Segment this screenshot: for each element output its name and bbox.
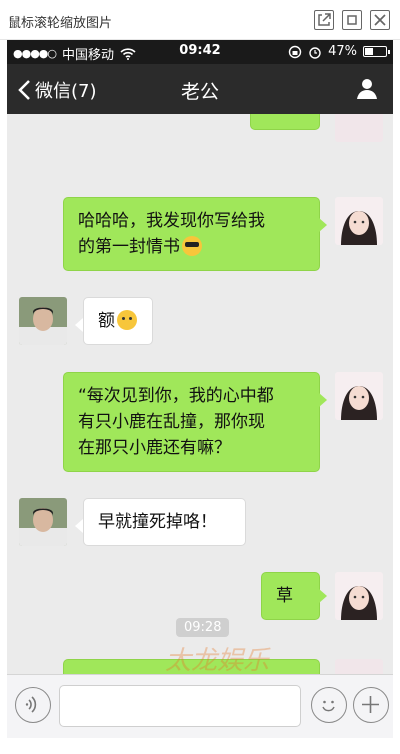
message-text: 在那只小鹿还有嘛？	[78, 438, 231, 458]
avatar-contact[interactable]	[19, 297, 67, 345]
input-bar	[7, 674, 393, 738]
timestamp-pill: 09:28	[176, 618, 230, 637]
avatar-self[interactable]	[335, 114, 383, 142]
message-text: 哈哈哈，我发现你写给我	[78, 211, 265, 231]
message-text: 额	[98, 311, 115, 331]
more-button[interactable]	[353, 687, 389, 723]
phone-screen: ●●●●○ 中国移动 09:42 47% 微信(7) 老公 哈哈哈，我发现你写给…	[7, 40, 393, 738]
fit-window-icon[interactable]	[342, 10, 362, 30]
cool-face-icon	[182, 236, 202, 256]
emoji-button[interactable]	[311, 687, 347, 723]
thinking-face-icon	[117, 310, 137, 330]
message-text: “每次见到你，我的心中都	[78, 386, 274, 406]
image-viewer-bar: 鼠标滚轮缩放图片	[0, 0, 400, 40]
plus-icon	[362, 696, 379, 713]
message-bubble[interactable]: 额	[83, 297, 153, 345]
chat-title: 老公	[180, 81, 219, 103]
message-bubble[interactable]: 草	[261, 572, 320, 620]
rotation-lock-icon	[288, 45, 302, 58]
avatar-contact[interactable]	[19, 498, 67, 546]
message-bubble-partial	[63, 659, 320, 674]
message-bubble-partial	[250, 114, 320, 130]
open-external-icon[interactable]	[314, 10, 334, 30]
message-bubble[interactable]: “每次见到你，我的心中都 有只小鹿在乱撞，那你现 在那只小鹿还有嘛？	[63, 372, 320, 472]
viewer-title: 鼠标滚轮缩放图片	[8, 16, 113, 31]
message-text: 的第一封情书	[78, 234, 305, 260]
avatar-self[interactable]	[335, 659, 383, 674]
message-text: 有只小鹿在乱撞，那你现	[78, 412, 265, 432]
viewer-controls	[314, 10, 390, 30]
battery-percent: 47%	[328, 44, 357, 59]
alarm-icon	[309, 46, 321, 59]
message-list[interactable]: 哈哈哈，我发现你写给我 的第一封情书 额 “每次见到你，我的心中都 有只小鹿在乱…	[7, 114, 393, 674]
status-bar: ●●●●○ 中国移动 09:42 47%	[7, 40, 393, 64]
message-input[interactable]	[59, 685, 301, 727]
voice-button[interactable]	[15, 687, 51, 723]
message-bubble[interactable]: 早就撞死掉咯！	[83, 498, 246, 546]
message-bubble[interactable]: 哈哈哈，我发现你写给我 的第一封情书	[63, 197, 320, 271]
avatar-self[interactable]	[335, 572, 383, 620]
avatar-self[interactable]	[335, 197, 383, 245]
person-icon	[357, 79, 377, 99]
voice-icon	[25, 696, 37, 713]
contact-profile-button[interactable]	[355, 76, 379, 104]
chat-navbar: 微信(7) 老公	[7, 64, 393, 114]
message-text: 早就撞死掉咯！	[98, 512, 217, 532]
avatar-self[interactable]	[335, 372, 383, 420]
smiley-icon	[322, 700, 335, 712]
message-text: 草	[276, 586, 293, 606]
close-icon[interactable]	[370, 10, 390, 30]
battery-icon	[363, 46, 390, 57]
